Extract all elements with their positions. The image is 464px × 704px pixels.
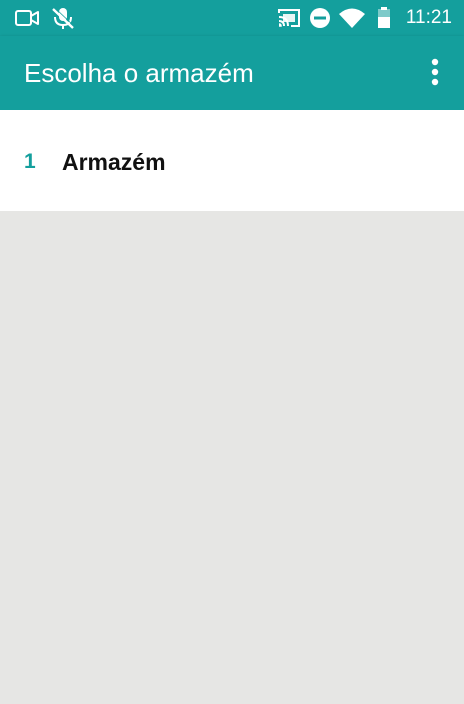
status-time: 11:21: [405, 7, 452, 28]
warehouse-list: 1 Armazém: [0, 110, 464, 211]
app-bar: Escolha o armazém: [0, 36, 464, 110]
more-vert-icon: [431, 58, 439, 86]
cast-icon: [278, 9, 300, 27]
list-item-label: Armazém: [62, 149, 166, 175]
video-camera-icon: [15, 10, 39, 26]
list-item-index: 1: [24, 150, 36, 173]
do-not-disturb-icon: [310, 8, 330, 28]
mic-off-icon: [52, 7, 75, 29]
wifi-icon: [339, 8, 365, 28]
page-title: Escolha o armazém: [24, 58, 254, 88]
status-bar: 11:21: [0, 0, 464, 36]
empty-content-area: [0, 211, 464, 704]
more-options-button[interactable]: [428, 54, 442, 92]
battery-icon: [378, 7, 390, 28]
list-item-warehouse[interactable]: 1 Armazém: [0, 110, 464, 211]
